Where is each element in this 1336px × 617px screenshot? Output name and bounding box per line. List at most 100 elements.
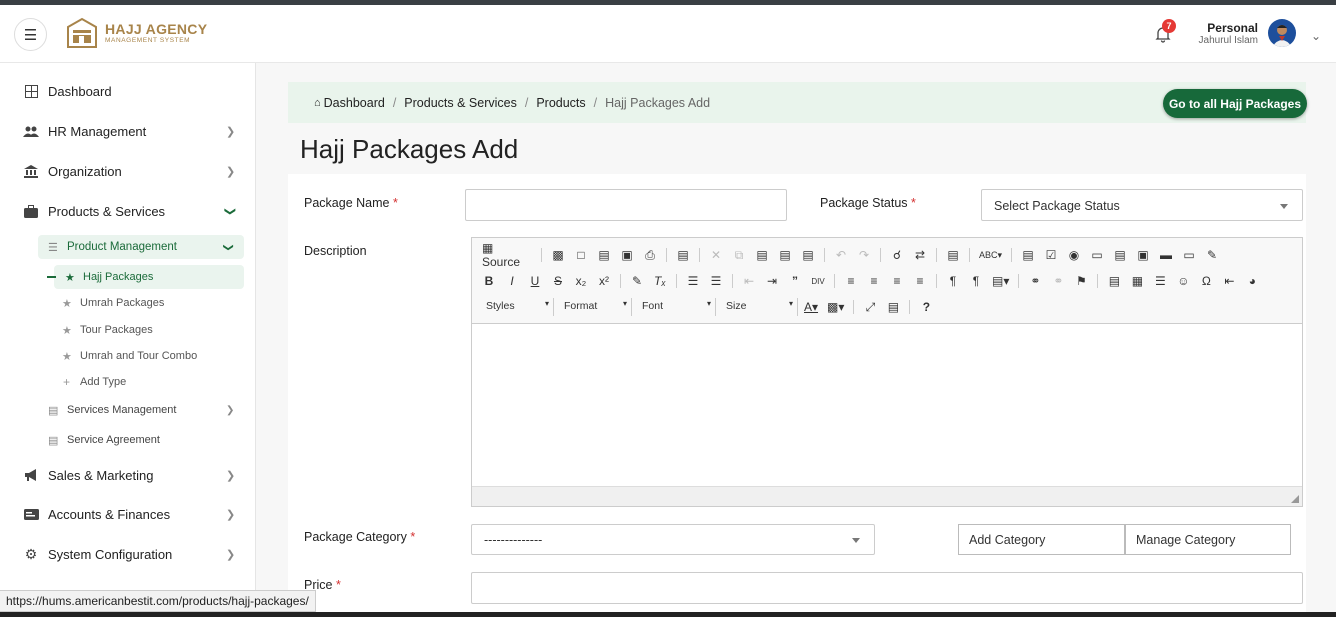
button-field-icon[interactable]: ▬ [1159, 248, 1173, 262]
package-name-input[interactable] [465, 189, 787, 221]
sidebar-item-umrah-tour-combo[interactable]: ★ Umrah and Tour Combo [48, 344, 238, 368]
horizontal-line-icon[interactable]: ☰ [1153, 274, 1167, 288]
print-icon[interactable]: ⎙ [643, 248, 657, 263]
go-to-hajj-packages-button[interactable]: Go to all Hajj Packages [1163, 89, 1307, 118]
new-page-icon[interactable]: □ [574, 248, 588, 262]
rtl-icon[interactable]: ¶ [969, 274, 983, 288]
copy-format-icon[interactable]: ✎ [630, 274, 644, 288]
help-icon[interactable]: ? [919, 300, 933, 314]
sidebar-item-product-management[interactable]: ☰ Product Management ❯ [38, 235, 244, 259]
sidebar-item-products-services[interactable]: Products & Services ❯ [0, 199, 256, 223]
numbered-list-icon[interactable]: ☰ [686, 274, 700, 288]
logo[interactable]: HAJJ AGENCY MANAGEMENT SYSTEM [64, 15, 207, 51]
italic-icon[interactable]: I [505, 274, 519, 288]
add-category-button[interactable]: Add Category [958, 524, 1125, 555]
text-color-icon[interactable]: A▾ [804, 300, 818, 314]
smiley-icon[interactable]: ☺ [1176, 274, 1190, 288]
link-icon[interactable]: ⚭ [1028, 274, 1042, 288]
special-char-icon[interactable]: Ω [1199, 274, 1213, 288]
sidebar-item-hr-management[interactable]: HR Management ❯ [0, 119, 256, 143]
radio-icon[interactable]: ◉ [1067, 248, 1081, 262]
superscript-icon[interactable]: x² [597, 274, 611, 288]
show-blocks-icon[interactable]: ▤ [886, 300, 900, 314]
source-button[interactable]: ▦ Source [482, 241, 532, 269]
avatar[interactable] [1268, 19, 1296, 47]
paste-word-icon[interactable]: ▤ [801, 248, 815, 262]
preview-icon[interactable]: ▣ [620, 248, 634, 262]
pdf-icon[interactable]: ▤ [597, 248, 611, 262]
undo-icon[interactable]: ↶ [834, 248, 848, 262]
sidebar-item-services-management[interactable]: ▤ Services Management ❯ [38, 398, 244, 422]
select-field-icon[interactable]: ▣ [1136, 248, 1150, 262]
styles-dropdown[interactable]: Styles ▾ [482, 298, 554, 316]
bold-icon[interactable]: B [482, 274, 496, 288]
menu-toggle-button[interactable]: ☰ [14, 18, 47, 51]
indent-icon[interactable]: ⇥ [765, 274, 779, 288]
briefcase-icon [23, 203, 39, 219]
size-dropdown[interactable]: Size ▾ [722, 298, 798, 316]
sidebar-item-add-type[interactable]: + Add Type [48, 370, 238, 394]
page-break-icon[interactable]: ⇤ [1222, 274, 1236, 288]
checkbox-icon[interactable]: ☑ [1044, 248, 1058, 262]
paste-icon[interactable]: ▤ [755, 248, 769, 262]
select-all-icon[interactable]: ▤ [946, 248, 960, 262]
format-dropdown[interactable]: Format ▾ [560, 298, 632, 316]
sidebar-item-organization[interactable]: Organization ❯ [0, 159, 256, 183]
sidebar-item-tour-packages[interactable]: ★ Tour Packages [48, 318, 238, 342]
price-input[interactable] [471, 572, 1303, 604]
cut-icon[interactable]: ✕ [709, 248, 723, 262]
form-icon[interactable]: ▤ [1021, 248, 1035, 262]
textarea-icon[interactable]: ▤ [1113, 248, 1127, 262]
align-center-icon[interactable]: ≡ [867, 274, 881, 288]
textfield-icon[interactable]: ▭ [1090, 248, 1104, 262]
sidebar-item-system-configuration[interactable]: ⚙ System Configuration ❯ [0, 542, 256, 566]
sidebar-item-service-agreement[interactable]: ▤ Service Agreement [38, 428, 244, 452]
hidden-field-icon[interactable]: ✎ [1205, 248, 1219, 262]
user-info[interactable]: Personal Jahurul Islam [1199, 22, 1258, 46]
package-status-select[interactable]: Select Package Status [981, 189, 1303, 221]
find-icon[interactable]: ☌ [890, 248, 904, 262]
image-button-icon[interactable]: ▭ [1182, 248, 1196, 262]
outdent-icon[interactable]: ⇤ [742, 274, 756, 288]
ltr-icon[interactable]: ¶ [946, 274, 960, 288]
paste-text-icon[interactable]: ▤ [778, 248, 792, 262]
div-icon[interactable]: DIV [811, 277, 825, 286]
save-icon[interactable]: ▩ [551, 248, 565, 262]
package-category-select[interactable]: -------------- [471, 524, 875, 555]
templates-icon[interactable]: ▤ [676, 248, 690, 262]
iframe-icon[interactable]: ◕ [1245, 274, 1259, 288]
copy-icon[interactable]: ⧉ [732, 248, 746, 263]
breadcrumb-products-services[interactable]: Products & Services [404, 96, 517, 110]
unlink-icon[interactable]: ⚭ [1051, 274, 1065, 288]
underline-icon[interactable]: U [528, 274, 542, 288]
blockquote-icon[interactable]: ” [788, 274, 802, 288]
sidebar-item-dashboard[interactable]: Dashboard [0, 79, 256, 103]
table-icon[interactable]: ▦ [1130, 274, 1144, 288]
bulleted-list-icon[interactable]: ☰ [709, 274, 723, 288]
sidebar-item-accounts-finances[interactable]: Accounts & Finances ❯ [0, 502, 256, 526]
strike-icon[interactable]: S [551, 274, 565, 288]
remove-format-icon[interactable]: Tₓ [653, 274, 667, 288]
redo-icon[interactable]: ↷ [857, 248, 871, 262]
sidebar-item-umrah-packages[interactable]: ★ Umrah Packages [48, 291, 238, 315]
breadcrumb-dashboard[interactable]: Dashboard [324, 96, 385, 110]
replace-icon[interactable]: ⇄ [913, 248, 927, 262]
manage-category-button[interactable]: Manage Category [1125, 524, 1291, 555]
resize-handle-icon[interactable] [1291, 495, 1299, 503]
image-icon[interactable]: ▤ [1107, 274, 1121, 288]
subscript-icon[interactable]: x₂ [574, 274, 588, 288]
align-right-icon[interactable]: ≡ [890, 274, 904, 288]
bg-color-icon[interactable]: ▩▾ [827, 300, 844, 314]
anchor-icon[interactable]: ⚑ [1074, 274, 1088, 288]
language-icon[interactable]: ▤▾ [992, 274, 1009, 288]
chevron-down-icon[interactable]: ⌄ [1311, 29, 1321, 43]
justify-icon[interactable]: ≡ [913, 274, 927, 288]
font-dropdown[interactable]: Font ▾ [638, 298, 716, 316]
spellcheck-icon[interactable]: ABC▾ [979, 250, 1002, 261]
breadcrumb-products[interactable]: Products [536, 96, 585, 110]
align-left-icon[interactable]: ≡ [844, 274, 858, 288]
sidebar-item-hajj-packages[interactable]: ★ Hajj Packages [47, 265, 244, 289]
maximize-icon[interactable]: ⤢ [863, 300, 877, 315]
editor-content-area[interactable] [472, 324, 1302, 484]
sidebar-item-sales-marketing[interactable]: Sales & Marketing ❯ [0, 463, 256, 487]
